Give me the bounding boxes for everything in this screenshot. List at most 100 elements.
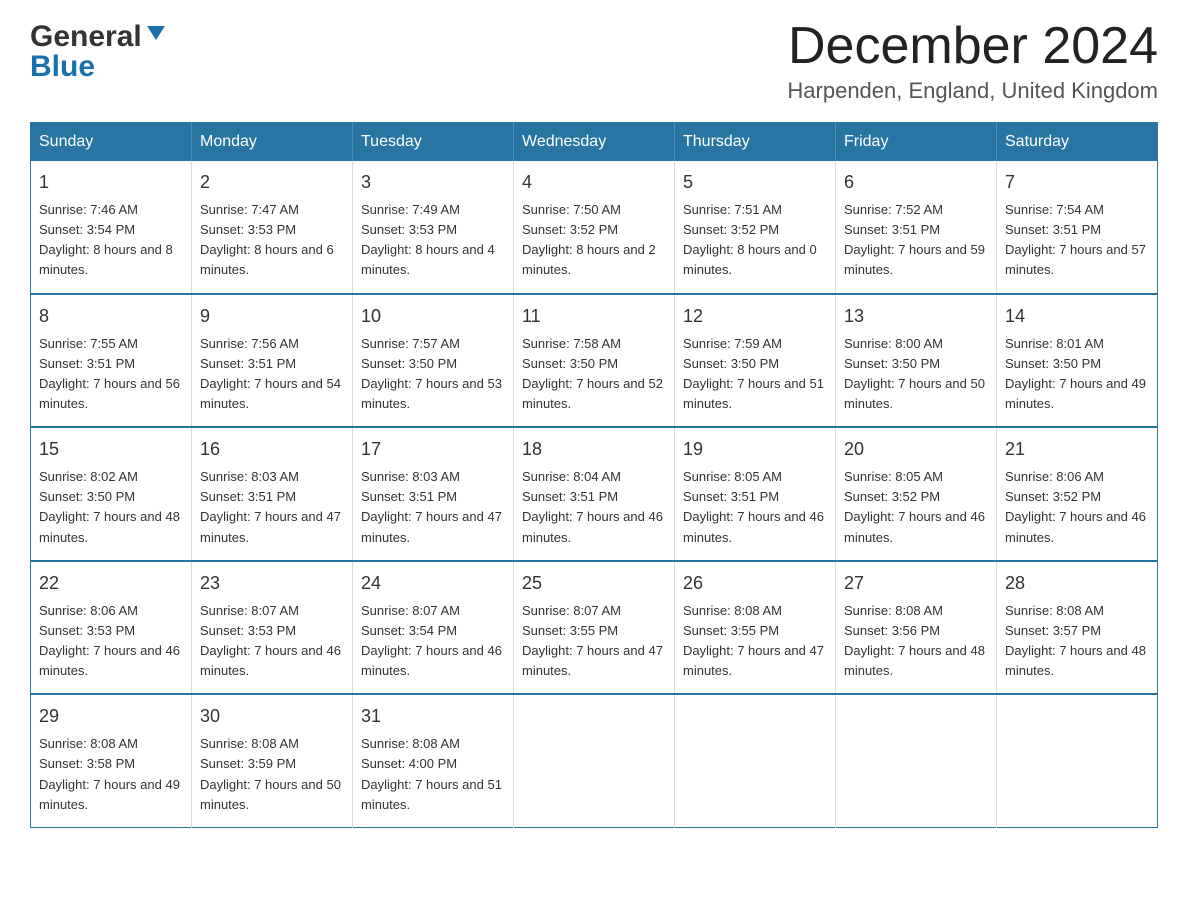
day-number: 4 (522, 169, 666, 196)
day-cell: 19 Sunrise: 8:05 AMSunset: 3:51 PMDayligh… (675, 427, 836, 561)
page-header: General Blue December 2024 Harpenden, En… (30, 20, 1158, 104)
day-cell: 17Sunrise: 8:03 AMSunset: 3:51 PMDayligh… (353, 427, 514, 561)
day-number: 7 (1005, 169, 1149, 196)
day-cell: 11Sunrise: 7:58 AMSunset: 3:50 PMDayligh… (514, 294, 675, 428)
day-header-monday: Monday (192, 123, 353, 162)
day-info: Sunrise: 8:08 AMSunset: 3:59 PMDaylight:… (200, 736, 341, 811)
day-cell: 4 Sunrise: 7:50 AMSunset: 3:52 PMDaylight… (514, 161, 675, 294)
day-number: 11 (522, 303, 666, 330)
day-number: 21 (1005, 436, 1149, 463)
day-header-sunday: Sunday (31, 123, 192, 162)
day-number: 16 (200, 436, 344, 463)
day-info: Sunrise: 7:50 AMSunset: 3:52 PMDaylight:… (522, 202, 656, 277)
day-number: 10 (361, 303, 505, 330)
logo-arrow-icon (145, 22, 167, 49)
day-cell: 13 Sunrise: 8:00 AMSunset: 3:50 PMDayligh… (836, 294, 997, 428)
calendar-table: SundayMondayTuesdayWednesdayThursdayFrid… (30, 122, 1158, 828)
day-cell: 15 Sunrise: 8:02 AMSunset: 3:50 PMDayligh… (31, 427, 192, 561)
day-cell: 20 Sunrise: 8:05 AMSunset: 3:52 PMDayligh… (836, 427, 997, 561)
day-cell: 18 Sunrise: 8:04 AMSunset: 3:51 PMDayligh… (514, 427, 675, 561)
day-cell: 1 Sunrise: 7:46 AMSunset: 3:54 PMDaylight… (31, 161, 192, 294)
day-number: 12 (683, 303, 827, 330)
day-info: Sunrise: 7:47 AMSunset: 3:53 PMDaylight:… (200, 202, 334, 277)
day-cell (836, 694, 997, 827)
day-cell: 3Sunrise: 7:49 AMSunset: 3:53 PMDaylight… (353, 161, 514, 294)
day-cell: 26Sunrise: 8:08 AMSunset: 3:55 PMDayligh… (675, 561, 836, 695)
day-number: 29 (39, 703, 183, 730)
day-number: 23 (200, 570, 344, 597)
day-info: Sunrise: 8:08 AMSunset: 3:56 PMDaylight:… (844, 603, 985, 678)
day-number: 18 (522, 436, 666, 463)
day-info: Sunrise: 7:59 AMSunset: 3:50 PMDaylight:… (683, 336, 824, 411)
day-cell: 12 Sunrise: 7:59 AMSunset: 3:50 PMDayligh… (675, 294, 836, 428)
day-cell: 21 Sunrise: 8:06 AMSunset: 3:52 PMDayligh… (997, 427, 1158, 561)
day-header-wednesday: Wednesday (514, 123, 675, 162)
day-number: 20 (844, 436, 988, 463)
day-cell (514, 694, 675, 827)
day-cell: 30 Sunrise: 8:08 AMSunset: 3:59 PMDayligh… (192, 694, 353, 827)
day-info: Sunrise: 8:01 AMSunset: 3:50 PMDaylight:… (1005, 336, 1146, 411)
day-number: 28 (1005, 570, 1149, 597)
day-info: Sunrise: 8:05 AMSunset: 3:51 PMDaylight:… (683, 469, 824, 544)
day-cell: 31 Sunrise: 8:08 AMSunset: 4:00 PMDayligh… (353, 694, 514, 827)
week-row-5: 29Sunrise: 8:08 AMSunset: 3:58 PMDayligh… (31, 694, 1158, 827)
logo-blue-text: Blue (30, 50, 95, 84)
location-text: Harpenden, England, United Kingdom (787, 78, 1158, 104)
week-row-4: 22 Sunrise: 8:06 AMSunset: 3:53 PMDayligh… (31, 561, 1158, 695)
day-cell: 22 Sunrise: 8:06 AMSunset: 3:53 PMDayligh… (31, 561, 192, 695)
day-cell: 27 Sunrise: 8:08 AMSunset: 3:56 PMDayligh… (836, 561, 997, 695)
day-number: 6 (844, 169, 988, 196)
day-header-thursday: Thursday (675, 123, 836, 162)
day-number: 9 (200, 303, 344, 330)
day-info: Sunrise: 8:06 AMSunset: 3:52 PMDaylight:… (1005, 469, 1146, 544)
day-number: 31 (361, 703, 505, 730)
week-row-1: 1 Sunrise: 7:46 AMSunset: 3:54 PMDaylight… (31, 161, 1158, 294)
day-number: 19 (683, 436, 827, 463)
day-info: Sunrise: 8:00 AMSunset: 3:50 PMDaylight:… (844, 336, 985, 411)
day-info: Sunrise: 8:04 AMSunset: 3:51 PMDaylight:… (522, 469, 663, 544)
day-info: Sunrise: 7:52 AMSunset: 3:51 PMDaylight:… (844, 202, 985, 277)
day-info: Sunrise: 7:49 AMSunset: 3:53 PMDaylight:… (361, 202, 495, 277)
day-cell: 23 Sunrise: 8:07 AMSunset: 3:53 PMDayligh… (192, 561, 353, 695)
day-number: 24 (361, 570, 505, 597)
day-number: 13 (844, 303, 988, 330)
day-info: Sunrise: 7:55 AMSunset: 3:51 PMDaylight:… (39, 336, 180, 411)
day-info: Sunrise: 7:51 AMSunset: 3:52 PMDaylight:… (683, 202, 817, 277)
day-cell: 16 Sunrise: 8:03 AMSunset: 3:51 PMDayligh… (192, 427, 353, 561)
day-number: 14 (1005, 303, 1149, 330)
day-info: Sunrise: 8:02 AMSunset: 3:50 PMDaylight:… (39, 469, 180, 544)
day-number: 22 (39, 570, 183, 597)
title-section: December 2024 Harpenden, England, United… (787, 20, 1158, 104)
day-info: Sunrise: 7:54 AMSunset: 3:51 PMDaylight:… (1005, 202, 1146, 277)
day-cell: 6 Sunrise: 7:52 AMSunset: 3:51 PMDaylight… (836, 161, 997, 294)
day-info: Sunrise: 8:08 AMSunset: 3:57 PMDaylight:… (1005, 603, 1146, 678)
day-number: 30 (200, 703, 344, 730)
day-info: Sunrise: 8:05 AMSunset: 3:52 PMDaylight:… (844, 469, 985, 544)
day-info: Sunrise: 8:06 AMSunset: 3:53 PMDaylight:… (39, 603, 180, 678)
day-number: 15 (39, 436, 183, 463)
day-cell: 10Sunrise: 7:57 AMSunset: 3:50 PMDayligh… (353, 294, 514, 428)
week-row-3: 15 Sunrise: 8:02 AMSunset: 3:50 PMDayligh… (31, 427, 1158, 561)
day-info: Sunrise: 7:46 AMSunset: 3:54 PMDaylight:… (39, 202, 173, 277)
day-number: 5 (683, 169, 827, 196)
day-cell (997, 694, 1158, 827)
day-info: Sunrise: 7:56 AMSunset: 3:51 PMDaylight:… (200, 336, 341, 411)
day-cell: 8 Sunrise: 7:55 AMSunset: 3:51 PMDaylight… (31, 294, 192, 428)
day-number: 2 (200, 169, 344, 196)
week-row-2: 8 Sunrise: 7:55 AMSunset: 3:51 PMDaylight… (31, 294, 1158, 428)
header-row: SundayMondayTuesdayWednesdayThursdayFrid… (31, 123, 1158, 162)
day-cell: 25Sunrise: 8:07 AMSunset: 3:55 PMDayligh… (514, 561, 675, 695)
day-cell: 28 Sunrise: 8:08 AMSunset: 3:57 PMDayligh… (997, 561, 1158, 695)
day-info: Sunrise: 8:03 AMSunset: 3:51 PMDaylight:… (200, 469, 341, 544)
day-number: 8 (39, 303, 183, 330)
day-number: 26 (683, 570, 827, 597)
day-info: Sunrise: 8:03 AMSunset: 3:51 PMDaylight:… (361, 469, 502, 544)
day-number: 1 (39, 169, 183, 196)
day-number: 27 (844, 570, 988, 597)
day-info: Sunrise: 8:08 AMSunset: 4:00 PMDaylight:… (361, 736, 502, 811)
logo-general-text: General (30, 20, 142, 54)
day-cell: 5 Sunrise: 7:51 AMSunset: 3:52 PMDaylight… (675, 161, 836, 294)
day-cell: 9 Sunrise: 7:56 AMSunset: 3:51 PMDaylight… (192, 294, 353, 428)
day-info: Sunrise: 8:07 AMSunset: 3:53 PMDaylight:… (200, 603, 341, 678)
day-cell: 14 Sunrise: 8:01 AMSunset: 3:50 PMDayligh… (997, 294, 1158, 428)
